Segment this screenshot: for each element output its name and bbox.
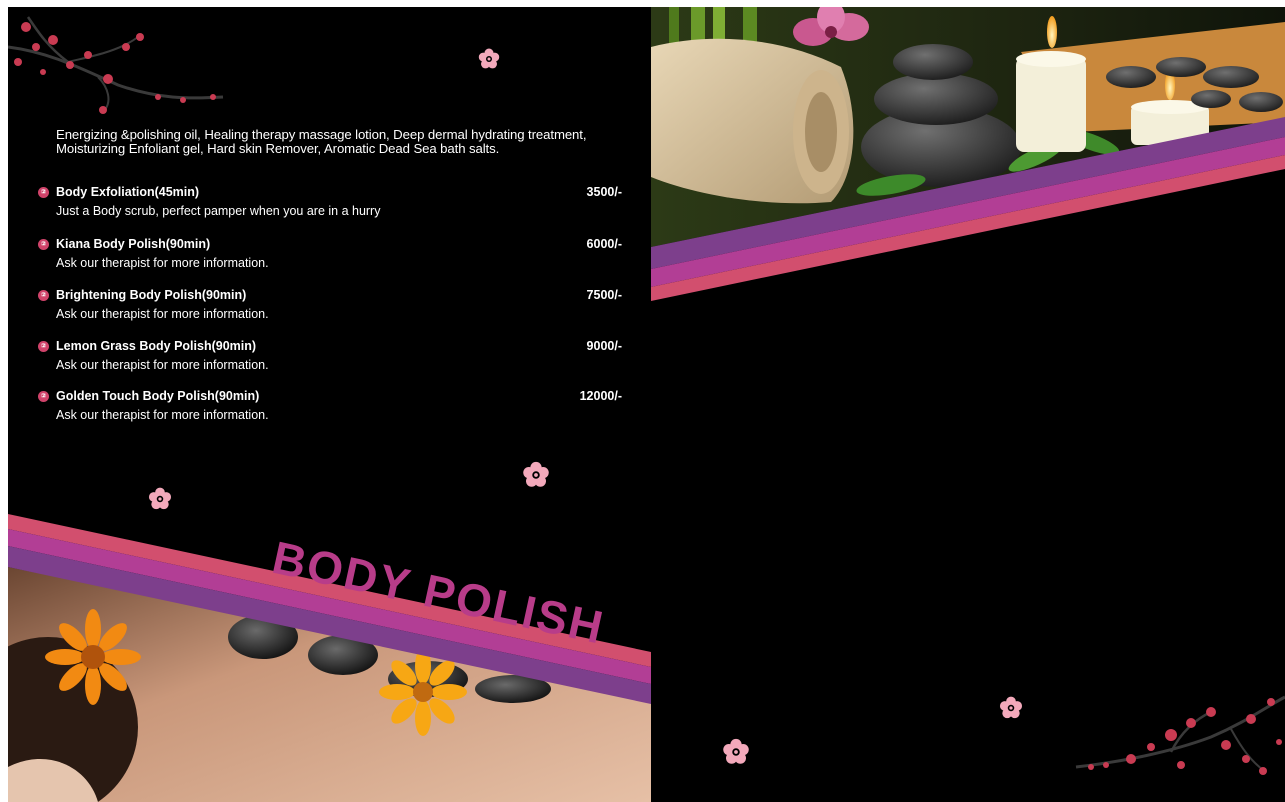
spa-photo-banner: BODY POLISH [8, 514, 651, 802]
right-page [651, 7, 1285, 802]
cherry-blossom-branch-icon [1075, 695, 1285, 775]
left-page: Energizing &polishing oil, Healing thera… [8, 7, 651, 802]
